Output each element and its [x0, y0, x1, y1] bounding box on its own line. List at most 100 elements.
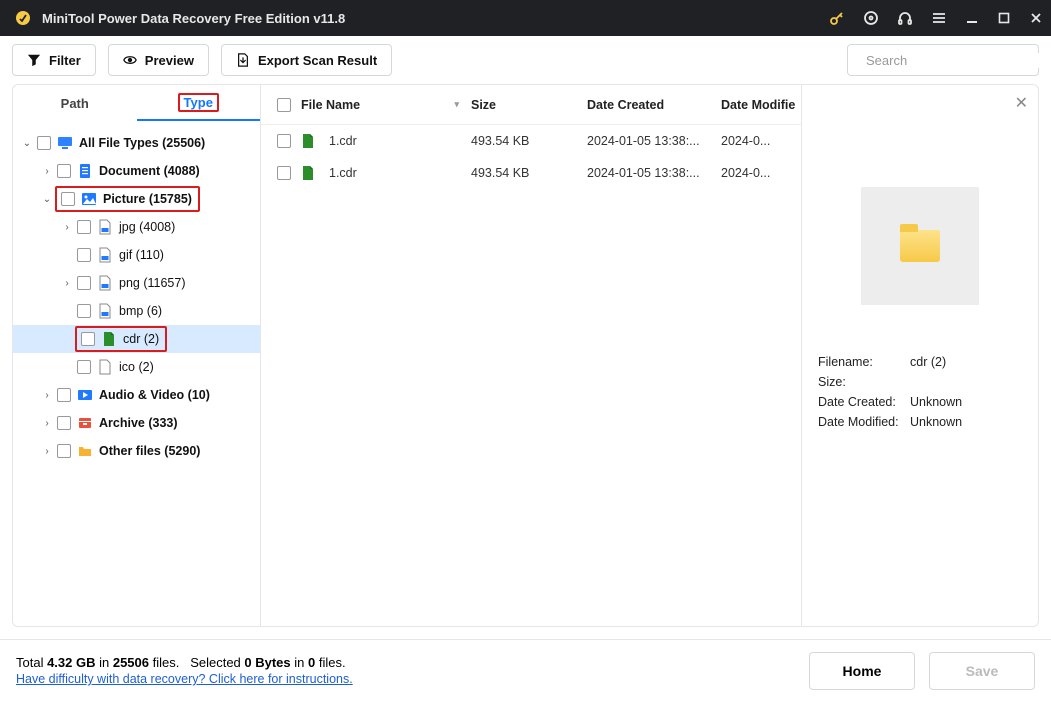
checkbox[interactable] [77, 304, 91, 318]
checkbox[interactable] [57, 444, 71, 458]
thumbnail [861, 187, 979, 305]
checkbox[interactable] [77, 220, 91, 234]
tree-all-file-types[interactable]: ⌄ All File Types (25506) [13, 129, 260, 157]
cdr-file-icon [101, 331, 117, 347]
toolbar: Filter Preview Export Scan Result [0, 36, 1051, 84]
filter-button[interactable]: Filter [12, 44, 96, 76]
chevron-right-icon[interactable]: › [59, 222, 75, 233]
preview-label: Preview [145, 53, 194, 68]
checkbox[interactable] [81, 332, 95, 346]
archive-icon [77, 415, 93, 431]
title-bar: MiniTool Power Data Recovery Free Editio… [0, 0, 1051, 36]
export-button[interactable]: Export Scan Result [221, 44, 392, 76]
tab-path[interactable]: Path [13, 85, 137, 121]
folder-icon [900, 230, 940, 262]
minimize-icon[interactable] [965, 11, 979, 25]
checkbox[interactable] [77, 360, 91, 374]
file-icon [97, 275, 113, 291]
monitor-icon [57, 135, 73, 151]
cdr-file-icon [301, 165, 317, 181]
tree: ⌄ All File Types (25506) › Document (408… [13, 121, 260, 626]
checkbox[interactable] [61, 192, 75, 206]
folder-icon [77, 443, 93, 459]
checkbox[interactable] [57, 164, 71, 178]
file-list-header: File Name▾ Size Date Created Date Modifi… [261, 85, 801, 125]
close-details-icon[interactable]: ✕ [1015, 93, 1028, 113]
app-title: MiniTool Power Data Recovery Free Editio… [42, 11, 829, 26]
chevron-right-icon[interactable]: › [39, 418, 55, 429]
preview-button[interactable]: Preview [108, 44, 209, 76]
tree-other[interactable]: › Other files (5290) [13, 437, 260, 465]
details-panel: ✕ Filename:cdr (2) Size: Date Created:Un… [802, 85, 1038, 626]
chevron-right-icon[interactable]: › [39, 390, 55, 401]
detail-key-date-modified: Date Modified: [818, 415, 910, 429]
tree-gif[interactable]: gif (110) [13, 241, 260, 269]
status-bar: Total 4.32 GB in 25506 files. Selected 0… [0, 639, 1051, 701]
detail-val-date-created: Unknown [910, 395, 962, 409]
document-icon [77, 163, 93, 179]
checkbox[interactable] [77, 248, 91, 262]
file-icon [97, 247, 113, 263]
chevron-down-icon[interactable]: ⌄ [39, 194, 55, 205]
tree-cdr[interactable]: cdr (2) [13, 325, 260, 353]
tree-ico[interactable]: ico (2) [13, 353, 260, 381]
eye-icon [123, 53, 137, 67]
search-box[interactable] [847, 44, 1039, 76]
file-row[interactable]: 1.cdr 493.54 KB 2024-01-05 13:38:... 202… [261, 125, 801, 157]
home-button[interactable]: Home [809, 652, 915, 690]
tree-png[interactable]: › png (11657) [13, 269, 260, 297]
headphones-icon[interactable] [897, 10, 913, 26]
detail-key-size: Size: [818, 375, 910, 389]
tree-bmp[interactable]: bmp (6) [13, 297, 260, 325]
tree-archive[interactable]: › Archive (333) [13, 409, 260, 437]
detail-val-date-modified: Unknown [910, 415, 962, 429]
status-summary: Total 4.32 GB in 25506 files. Selected 0… [16, 655, 353, 670]
column-date-modified[interactable]: Date Modifie [721, 98, 801, 112]
maximize-icon[interactable] [997, 11, 1011, 25]
search-input[interactable] [866, 53, 1042, 68]
chevron-right-icon[interactable]: › [39, 166, 55, 177]
detail-val-filename: cdr (2) [910, 355, 946, 369]
export-icon [236, 53, 250, 67]
chevron-right-icon[interactable]: › [39, 446, 55, 457]
column-date-created[interactable]: Date Created [587, 98, 721, 112]
chevron-down-icon[interactable]: ⌄ [19, 138, 35, 149]
file-row[interactable]: 1.cdr 493.54 KB 2024-01-05 13:38:... 202… [261, 157, 801, 189]
sidebar: Path Type ⌄ All File Types (25506) › Doc… [13, 85, 261, 626]
app-logo-icon [14, 9, 32, 27]
sort-icon: ▾ [454, 99, 471, 110]
detail-key-filename: Filename: [818, 355, 910, 369]
tab-type[interactable]: Type [137, 85, 261, 121]
checkbox[interactable] [277, 134, 291, 148]
video-icon [77, 387, 93, 403]
select-all-checkbox[interactable] [277, 98, 291, 112]
detail-key-date-created: Date Created: [818, 395, 910, 409]
file-icon [97, 303, 113, 319]
menu-icon[interactable] [931, 10, 947, 26]
cdr-file-icon [301, 133, 317, 149]
checkbox[interactable] [57, 416, 71, 430]
key-icon[interactable] [829, 10, 845, 26]
checkbox[interactable] [37, 136, 51, 150]
file-list: File Name▾ Size Date Created Date Modifi… [261, 85, 802, 626]
save-button[interactable]: Save [929, 652, 1035, 690]
filter-label: Filter [49, 53, 81, 68]
chevron-right-icon[interactable]: › [59, 278, 75, 289]
column-size[interactable]: Size [471, 98, 587, 112]
tree-jpg[interactable]: › jpg (4008) [13, 213, 260, 241]
export-label: Export Scan Result [258, 53, 377, 68]
checkbox[interactable] [77, 276, 91, 290]
help-link[interactable]: Have difficulty with data recovery? Clic… [16, 672, 353, 686]
picture-icon [81, 191, 97, 207]
tree-document[interactable]: › Document (4088) [13, 157, 260, 185]
file-icon [97, 219, 113, 235]
disc-icon[interactable] [863, 10, 879, 26]
column-name[interactable]: File Name▾ [301, 98, 471, 112]
tree-audio-video[interactable]: › Audio & Video (10) [13, 381, 260, 409]
checkbox[interactable] [57, 388, 71, 402]
close-icon[interactable] [1029, 11, 1043, 25]
funnel-icon [27, 53, 41, 67]
checkbox[interactable] [277, 166, 291, 180]
file-icon [97, 359, 113, 375]
tree-picture[interactable]: ⌄ Picture (15785) [13, 185, 260, 213]
